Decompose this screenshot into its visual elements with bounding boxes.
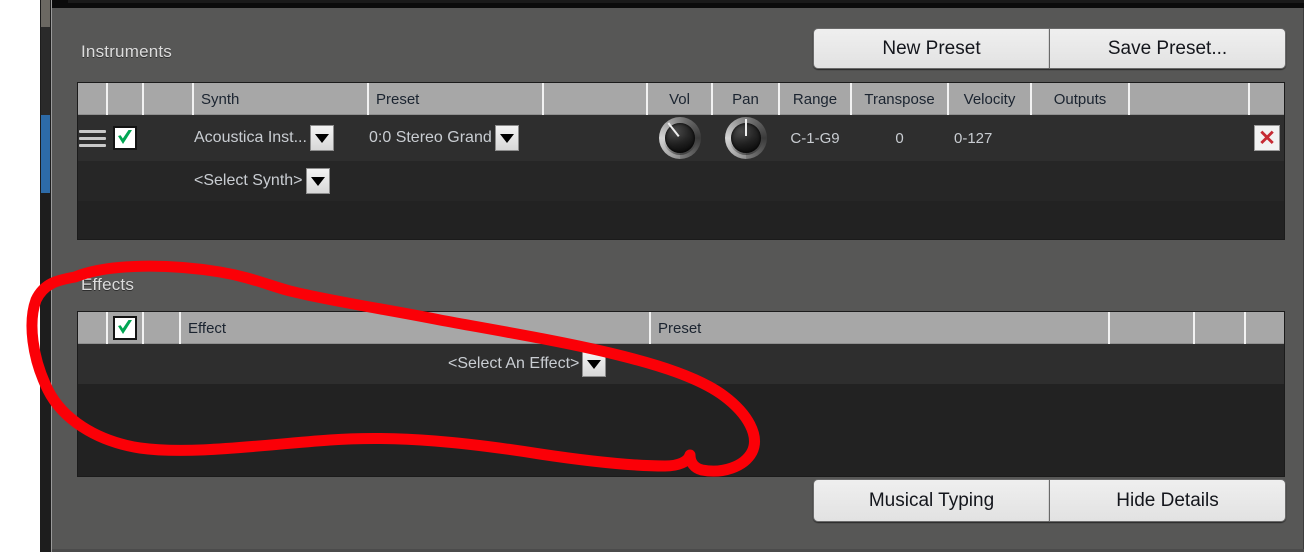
instruments-section-title: Instruments [81, 42, 173, 61]
column-divider[interactable] [542, 83, 544, 115]
panel-top-border [52, 0, 1304, 8]
instruments-table: Synth Preset Vol Pan Range Transpose Vel… [77, 82, 1285, 240]
add-effect-value: <Select An Effect> [448, 355, 580, 372]
column-header-range[interactable]: Range [780, 83, 850, 115]
effects-enable-all-checkbox[interactable] [108, 312, 142, 344]
column-divider[interactable] [106, 83, 108, 115]
instrument-enable-checkbox[interactable] [108, 115, 142, 161]
close-icon: ✕ [1254, 125, 1280, 151]
volume-knob[interactable] [648, 115, 711, 161]
range-value[interactable]: C-1-G9 [780, 115, 850, 161]
table-row[interactable]: Acoustica Inst... 0:0 Stereo Grand C-1-G… [78, 115, 1284, 161]
column-header-preset[interactable]: Preset [369, 83, 539, 115]
chevron-down-icon[interactable] [494, 125, 519, 151]
scrollbar-track-top[interactable] [41, 0, 50, 27]
effects-section-title: Effects [81, 275, 135, 294]
chevron-down-icon[interactable] [582, 351, 607, 377]
preset-value: 0:0 Stereo Grand [369, 129, 492, 146]
synth-selector[interactable]: Acoustica Inst... [194, 115, 334, 161]
transpose-value[interactable]: 0 [852, 115, 947, 161]
check-icon [113, 316, 137, 340]
screenshot-root: Instruments New Preset Save Preset... Sy… [0, 0, 1304, 552]
table-row[interactable]: <Select An Effect> [78, 344, 1284, 384]
instruments-table-header: Synth Preset Vol Pan Range Transpose Vel… [78, 83, 1284, 115]
column-divider[interactable] [1244, 312, 1246, 344]
column-divider[interactable] [142, 83, 144, 115]
column-header-effect[interactable]: Effect [181, 312, 381, 344]
instrument-panel: Instruments New Preset Save Preset... Sy… [51, 0, 1304, 552]
effects-table-header: Effect Preset [78, 312, 1284, 344]
synth-value: Acoustica Inst... [194, 129, 307, 146]
knob-icon [724, 117, 767, 159]
hamburger-icon [78, 129, 106, 147]
column-header-transpose[interactable]: Transpose [852, 83, 947, 115]
outputs-value[interactable] [1032, 115, 1128, 161]
chevron-down-icon[interactable] [309, 125, 334, 151]
velocity-value[interactable]: 0-127 [954, 115, 1030, 161]
column-divider[interactable] [1128, 83, 1130, 115]
scrollbar-track-middle[interactable] [41, 27, 50, 115]
pan-knob[interactable] [713, 115, 778, 161]
new-preset-button[interactable]: New Preset [813, 28, 1049, 69]
column-divider[interactable] [1193, 312, 1195, 344]
table-row[interactable]: <Select Synth> [78, 161, 1284, 201]
preset-selector[interactable]: 0:0 Stereo Grand [369, 115, 519, 161]
hide-details-button[interactable]: Hide Details [1049, 479, 1286, 522]
column-divider[interactable] [1248, 83, 1250, 115]
add-synth-value: <Select Synth> [194, 172, 303, 189]
check-icon [113, 126, 137, 150]
vertical-scrollbar[interactable] [40, 0, 51, 552]
chevron-down-icon[interactable] [305, 168, 330, 194]
column-header-effect-preset[interactable]: Preset [651, 312, 851, 344]
column-header-velocity[interactable]: Velocity [949, 83, 1030, 115]
instruments-empty-area [78, 201, 1284, 239]
save-preset-button[interactable]: Save Preset... [1049, 28, 1286, 69]
column-header-synth[interactable]: Synth [194, 83, 364, 115]
effects-table: Effect Preset <Select An Effect> [77, 311, 1285, 477]
musical-typing-button[interactable]: Musical Typing [813, 479, 1049, 522]
column-divider[interactable] [1108, 312, 1110, 344]
column-header-outputs[interactable]: Outputs [1032, 83, 1128, 115]
delete-instrument-button[interactable]: ✕ [1250, 115, 1284, 161]
column-divider[interactable] [142, 312, 144, 344]
knob-icon [658, 117, 701, 159]
effects-empty-area [78, 384, 1284, 476]
column-header-vol[interactable]: Vol [648, 83, 711, 115]
scrollbar-thumb[interactable] [41, 115, 50, 193]
add-synth-selector[interactable]: <Select Synth> [194, 161, 330, 201]
column-header-pan[interactable]: Pan [713, 83, 778, 115]
drag-handle[interactable] [78, 115, 106, 161]
add-effect-selector[interactable]: <Select An Effect> [448, 344, 607, 384]
